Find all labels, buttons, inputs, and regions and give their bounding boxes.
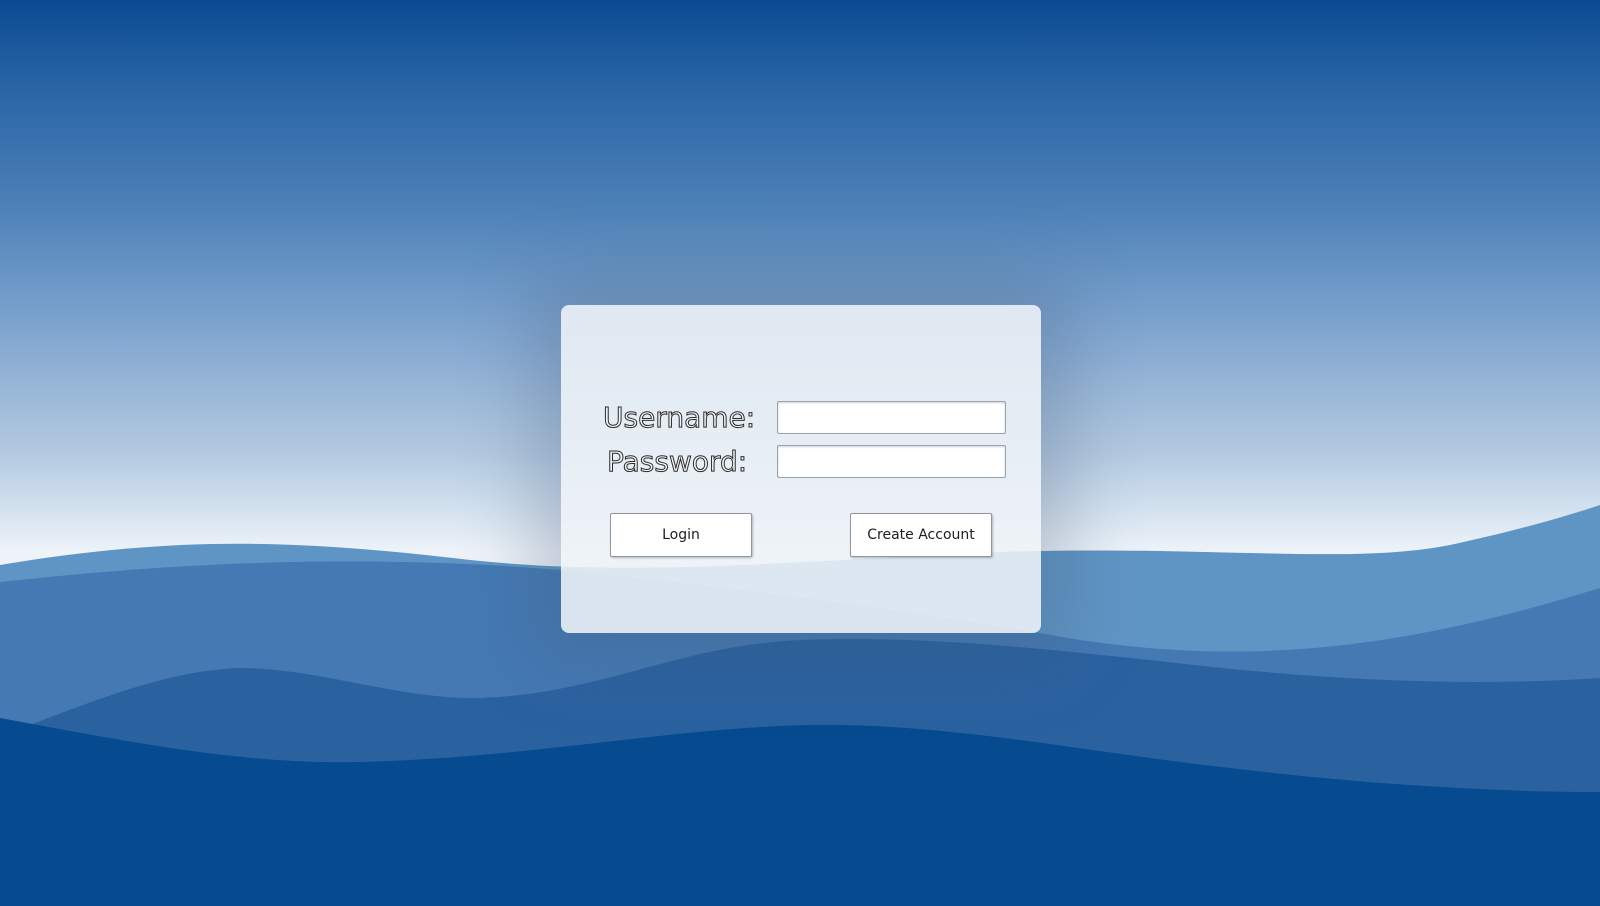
password-label: Password: [607, 445, 748, 479]
create-account-button[interactable]: Create Account [850, 513, 992, 557]
username-row: Username: [561, 401, 1041, 435]
login-screen: Username: Password: Login Create Account [0, 0, 1600, 906]
username-label: Username: [603, 401, 756, 435]
password-row: Password: [561, 445, 1041, 479]
password-input[interactable] [777, 445, 1006, 478]
login-dialog: Username: Password: Login Create Account [561, 305, 1041, 633]
username-input[interactable] [777, 401, 1006, 434]
login-button[interactable]: Login [610, 513, 752, 557]
